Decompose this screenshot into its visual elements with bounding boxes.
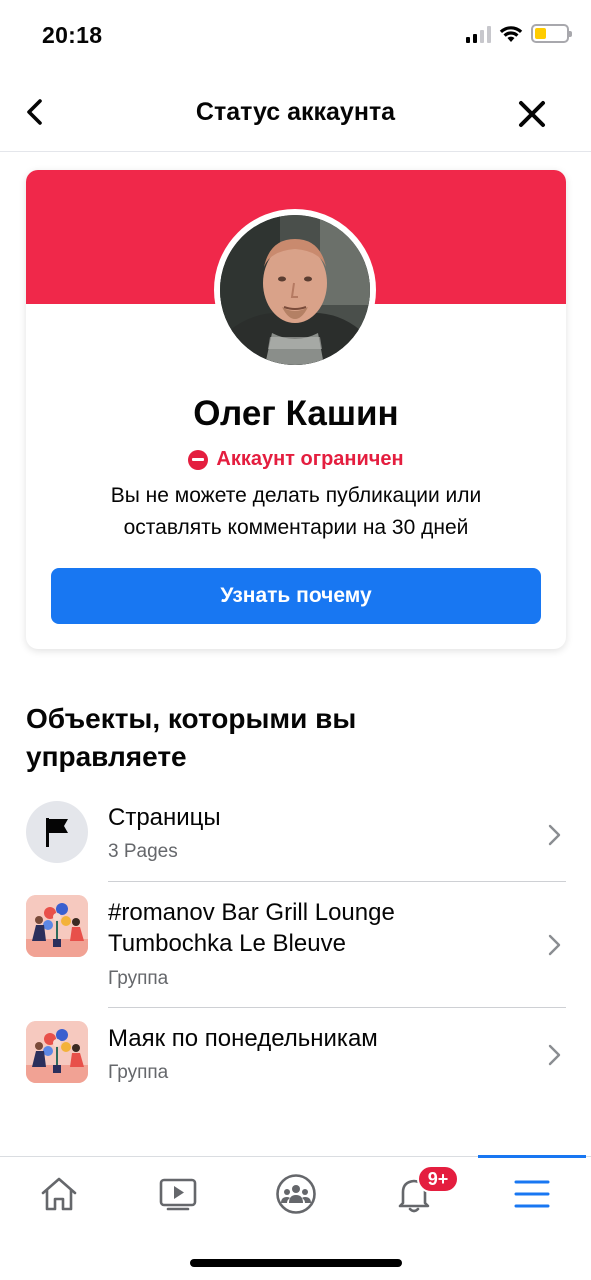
cellular-signal-icon [466, 25, 491, 43]
notification-badge: 9+ [417, 1165, 459, 1193]
group-illustration [26, 895, 88, 957]
groups-icon [276, 1174, 316, 1214]
learn-why-button[interactable]: Узнать почему [51, 568, 541, 624]
list-item-title: #romanov Bar Grill Lounge Tumbochka Le B… [108, 897, 395, 959]
managed-objects-heading: Объекты, которыми вы управляете [26, 700, 446, 776]
home-indicator [190, 1259, 402, 1267]
chevron-right-icon [548, 934, 561, 956]
restriction-description: Вы не можете делать публикации или остав… [46, 480, 546, 544]
account-status-card: Олег Кашин Аккаунт ограничен Вы не может… [26, 170, 566, 649]
nav-header: Статус аккаунта [0, 72, 591, 152]
flag-icon-wrap [26, 801, 88, 863]
divider [108, 1007, 566, 1008]
group-illustration [26, 1021, 88, 1083]
wifi-icon [499, 25, 523, 42]
status-bar: 20:18 [0, 0, 591, 72]
profile-name: Олег Кашин [193, 394, 399, 433]
divider [108, 881, 566, 882]
description-line-2: оставлять комментарии на 30 дней [123, 516, 469, 539]
list-item-title: Страницы [108, 804, 221, 831]
page-title: Статус аккаунта [195, 98, 396, 126]
list-item-subtitle: 3 Pages [108, 841, 178, 862]
group-icon [26, 895, 88, 957]
heading-line-2: управляете [26, 741, 187, 772]
restricted-icon [188, 449, 209, 470]
tab-video[interactable] [148, 1169, 208, 1219]
avatar-photo [220, 215, 370, 365]
chevron-right-icon [548, 824, 561, 846]
description-line-1: Вы не можете делать публикации или [110, 484, 482, 507]
video-icon [159, 1178, 197, 1211]
list-item-title: Маяк по понедельникам [108, 1025, 378, 1052]
battery-icon [531, 24, 572, 43]
tab-groups[interactable] [266, 1169, 326, 1219]
tab-menu[interactable] [502, 1169, 562, 1219]
close-icon [519, 101, 545, 127]
menu-icon [514, 1180, 550, 1208]
list-item-subtitle: Группа [108, 1062, 169, 1083]
home-icon [41, 1177, 77, 1211]
tab-home[interactable] [29, 1169, 89, 1219]
list-item-group[interactable]: Маяк по понедельникам Группа [0, 1021, 591, 1101]
chevron-right-icon [548, 1044, 561, 1066]
restricted-label: Аккаунт ограничен [216, 448, 404, 470]
heading-line-1: Объекты, которыми вы [26, 703, 357, 734]
title-line-1: #romanov Bar Grill Lounge [108, 899, 395, 926]
status-icons [466, 24, 572, 43]
restricted-status: Аккаунт ограничен [26, 448, 566, 471]
active-tab-indicator [478, 1155, 586, 1158]
status-time: 20:18 [42, 22, 103, 48]
flag-icon [46, 818, 68, 847]
group-icon [26, 1021, 88, 1083]
list-item-pages[interactable]: Страницы 3 Pages [0, 800, 591, 880]
avatar[interactable] [214, 209, 376, 371]
list-item-subtitle: Группа [108, 968, 169, 989]
title-line-2: Tumbochka Le Bleuve [108, 930, 346, 957]
list-item-group[interactable]: #romanov Bar Grill Lounge Tumbochka Le B… [0, 895, 591, 1005]
close-button[interactable] [517, 99, 547, 129]
